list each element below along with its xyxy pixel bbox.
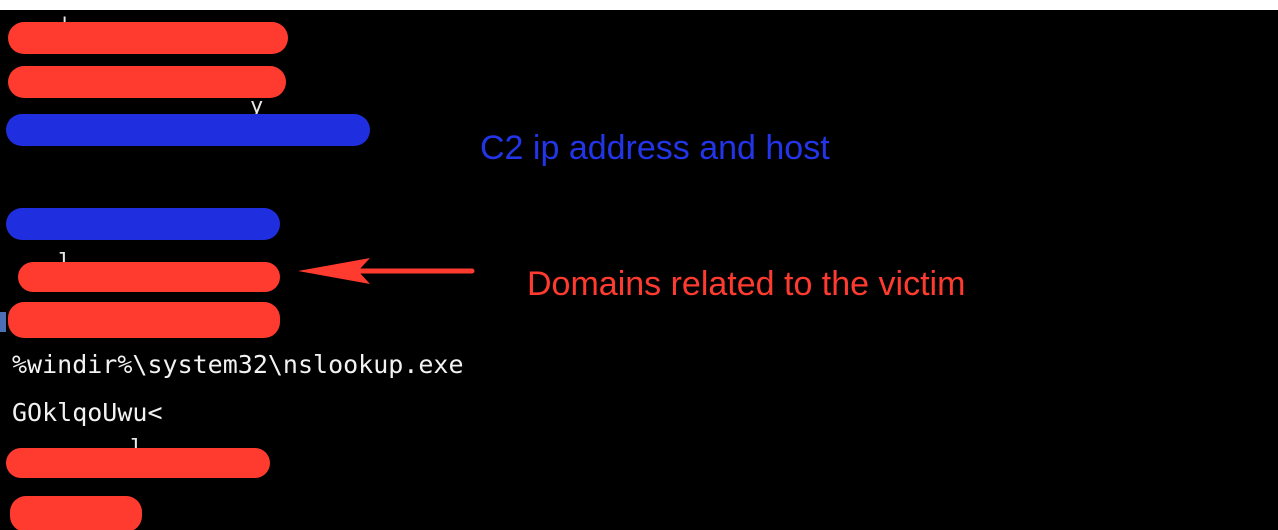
red-redaction-bar (8, 66, 286, 98)
red-redaction-bar (8, 302, 280, 338)
red-redaction-bar (18, 262, 280, 292)
red-redaction-bar (6, 448, 270, 478)
terminal-line-string: GOklqoUwu< (12, 398, 163, 427)
victim-domains-annotation-label: Domains related to the victim (527, 265, 966, 303)
red-redaction-bar (8, 22, 288, 54)
arrow-left-icon (298, 258, 475, 284)
terminal-screenshot: ' y . l l - %windir%\system32\nslookup.e… (0, 10, 1278, 530)
c2-annotation-label: C2 ip address and host (480, 129, 830, 167)
blue-redaction-bar (6, 208, 280, 240)
red-redaction-bar (10, 496, 142, 530)
terminal-line-nslookup-path: %windir%\system32\nslookup.exe (12, 350, 464, 379)
selection-marker (0, 312, 6, 332)
blue-redaction-bar (6, 114, 370, 146)
